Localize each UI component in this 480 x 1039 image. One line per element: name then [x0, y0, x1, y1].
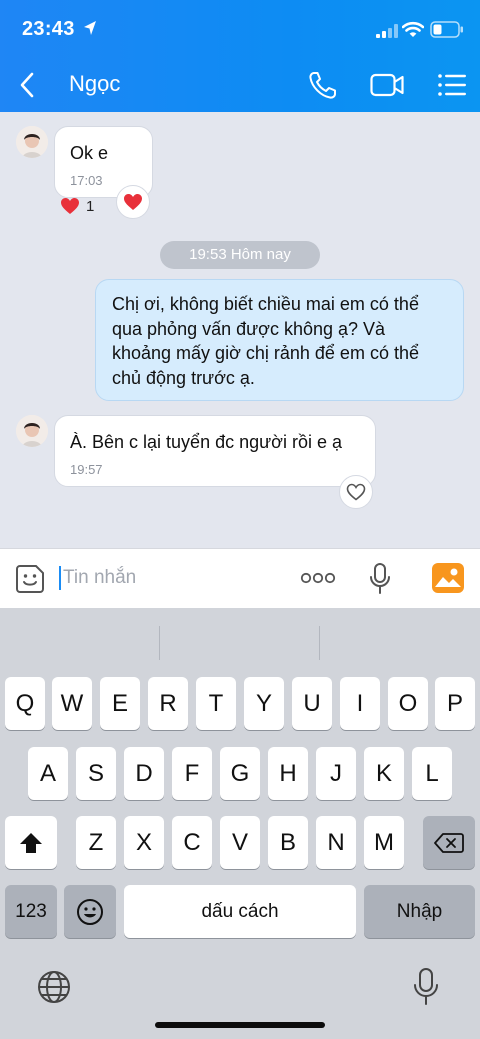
- key-m[interactable]: M: [364, 816, 404, 869]
- suggestion-divider: [319, 626, 320, 660]
- message-text: À. Bên c lại tuyển đc người rồi e ạ: [70, 432, 342, 452]
- space-key[interactable]: dấu cách: [124, 885, 356, 938]
- key-v[interactable]: V: [220, 816, 260, 869]
- key-d[interactable]: D: [124, 747, 164, 800]
- backspace-key[interactable]: [423, 816, 475, 869]
- globe-icon[interactable]: [37, 970, 71, 1004]
- date-separator: 19:53 Hôm nay: [160, 241, 320, 269]
- avatar[interactable]: [16, 415, 48, 447]
- back-chevron-icon[interactable]: [16, 70, 40, 100]
- react-heart-button[interactable]: [339, 475, 373, 509]
- dictation-mic-icon[interactable]: [413, 968, 439, 1006]
- reaction-count-badge[interactable]: 1: [60, 194, 94, 218]
- emoji-icon: [77, 898, 103, 925]
- keyboard: Q W E R T Y U I O P A S D F G H J K L Z …: [0, 608, 480, 1039]
- numbers-key[interactable]: 123: [5, 885, 57, 938]
- key-h[interactable]: H: [268, 747, 308, 800]
- react-heart-button[interactable]: [116, 185, 150, 219]
- reaction-count: 1: [86, 197, 95, 215]
- message-line: Chị ơi, không biết chiều mai em có thể: [112, 294, 419, 314]
- video-camera-icon[interactable]: [370, 72, 404, 98]
- menu-list-icon[interactable]: [437, 72, 467, 98]
- wifi-icon: [402, 21, 424, 37]
- message-bubble-outgoing[interactable]: Chị ơi, không biết chiều mai em có thể q…: [95, 279, 464, 401]
- more-dots-icon[interactable]: [300, 571, 336, 585]
- key-f[interactable]: F: [172, 747, 212, 800]
- key-l[interactable]: L: [412, 747, 452, 800]
- key-y[interactable]: Y: [244, 677, 284, 730]
- backspace-icon: [434, 832, 464, 853]
- message-line: qua phỏng vấn được không ạ? Và: [112, 318, 386, 339]
- heart-icon: [124, 194, 142, 210]
- status-time: 23:43: [22, 18, 75, 40]
- key-n[interactable]: N: [316, 816, 356, 869]
- key-z[interactable]: Z: [76, 816, 116, 869]
- key-u[interactable]: U: [292, 677, 332, 730]
- signal-icon: [376, 24, 398, 38]
- shift-key[interactable]: [5, 816, 57, 869]
- emoji-key[interactable]: [64, 885, 116, 938]
- phone-icon[interactable]: [308, 70, 338, 100]
- key-i[interactable]: I: [340, 677, 380, 730]
- text-caret: [59, 566, 61, 590]
- key-w[interactable]: W: [52, 677, 92, 730]
- heart-outline-icon: [346, 483, 366, 501]
- message-text: Ok e: [70, 143, 109, 163]
- battery-icon: [430, 21, 463, 38]
- return-key[interactable]: Nhập: [364, 885, 475, 938]
- home-indicator: [155, 1022, 325, 1028]
- message-line: chủ động trước ạ.: [112, 367, 255, 388]
- message-input[interactable]: Tin nhắn: [63, 567, 136, 589]
- key-r[interactable]: R: [148, 677, 188, 730]
- key-b[interactable]: B: [268, 816, 308, 869]
- key-s[interactable]: S: [76, 747, 116, 800]
- key-t[interactable]: T: [196, 677, 236, 730]
- message-time: 19:57: [70, 462, 103, 477]
- key-x[interactable]: X: [124, 816, 164, 869]
- message-bubble-incoming[interactable]: À. Bên c lại tuyển đc người rồi e ạ 19:5…: [54, 415, 376, 487]
- contact-name[interactable]: Ngọc: [69, 71, 120, 97]
- key-o[interactable]: O: [388, 677, 428, 730]
- key-g[interactable]: G: [220, 747, 260, 800]
- shift-icon: [20, 832, 42, 853]
- location-arrow-icon: [84, 21, 96, 35]
- key-e[interactable]: E: [100, 677, 140, 730]
- microphone-icon[interactable]: [369, 563, 391, 595]
- avatar[interactable]: [16, 126, 48, 158]
- message-input-bar: Tin nhắn: [0, 548, 480, 608]
- chat-area[interactable]: Ok e 17:03 1 19:53 Hôm nay Chị ơi, không…: [0, 112, 480, 548]
- sticker-face-icon[interactable]: [14, 563, 46, 595]
- key-j[interactable]: J: [316, 747, 356, 800]
- heart-icon: [61, 198, 79, 214]
- gallery-icon[interactable]: [432, 563, 464, 593]
- key-q[interactable]: Q: [5, 677, 45, 730]
- suggestion-divider: [159, 626, 160, 660]
- message-line: khoảng mấy giờ chị rảnh để em có thể: [112, 343, 419, 363]
- key-c[interactable]: C: [172, 816, 212, 869]
- chat-header: 23:43 Ngọc: [0, 0, 480, 112]
- key-p[interactable]: P: [435, 677, 475, 730]
- message-time: 17:03: [70, 173, 103, 188]
- key-a[interactable]: A: [28, 747, 68, 800]
- key-k[interactable]: K: [364, 747, 404, 800]
